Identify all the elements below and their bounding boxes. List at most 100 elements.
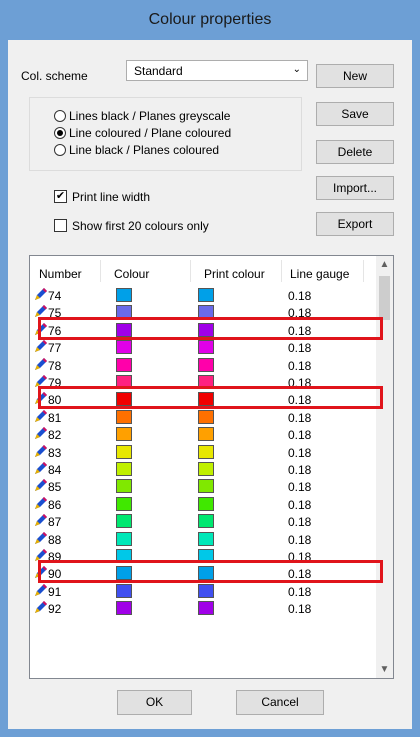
- print-colour-swatch[interactable]: [198, 444, 214, 459]
- header-print-colour[interactable]: Print colour: [204, 267, 265, 281]
- line-gauge-value: 0.18: [288, 480, 312, 495]
- pencil-icon[interactable]: [34, 461, 48, 475]
- colour-swatch[interactable]: [116, 601, 132, 616]
- radio-dot-selected: [54, 127, 66, 139]
- header-colour[interactable]: Colour: [114, 267, 149, 281]
- line-gauge-value: 0.18: [288, 410, 312, 425]
- colour-swatch[interactable]: [116, 462, 132, 476]
- print-colour-swatch[interactable]: [198, 531, 214, 546]
- line-gauge-value: 0.18: [288, 341, 312, 356]
- dialog-client: Col. scheme Standard ⌄ New Save Delete I…: [8, 40, 412, 729]
- save-button[interactable]: Save: [316, 102, 394, 126]
- radio-label: Line black / Planes coloured: [69, 143, 220, 157]
- table-row[interactable]: 74 0.18: [30, 287, 377, 304]
- colour-swatch[interactable]: [116, 427, 132, 442]
- colour-swatch[interactable]: [116, 340, 132, 355]
- table-row[interactable]: 81 0.18: [30, 409, 377, 426]
- pencil-icon[interactable]: [34, 496, 48, 510]
- table-row[interactable]: 91 0.18: [30, 583, 377, 600]
- pencil-icon[interactable]: [34, 478, 48, 492]
- colour-swatch[interactable]: [116, 496, 132, 511]
- colour-swatch[interactable]: [116, 514, 132, 529]
- pencil-icon[interactable]: [34, 600, 48, 614]
- pencil-icon[interactable]: [34, 444, 48, 458]
- colour-swatch[interactable]: [116, 531, 132, 546]
- print-colour-swatch[interactable]: [198, 462, 214, 476]
- row-number: 91: [48, 584, 62, 599]
- table-row[interactable]: 84 0.18: [30, 461, 377, 478]
- table-row[interactable]: 83 0.18: [30, 444, 377, 461]
- line-gauge-value: 0.18: [288, 445, 312, 460]
- row-number: 78: [48, 358, 62, 373]
- line-gauge-value: 0.18: [288, 358, 312, 373]
- colour-swatch[interactable]: [116, 479, 132, 494]
- highlight-box-76: [38, 316, 383, 340]
- col-scheme-select[interactable]: Standard ⌄: [126, 60, 308, 81]
- colour-swatch[interactable]: [116, 409, 132, 424]
- print-colour-swatch[interactable]: [198, 583, 214, 598]
- scroll-thumb[interactable]: [379, 276, 390, 320]
- col-scheme-label: Col. scheme: [21, 69, 88, 83]
- header-line-gauge[interactable]: Line gauge: [290, 267, 349, 281]
- table-row[interactable]: 78 0.18: [30, 357, 377, 374]
- radio-dot: [54, 144, 66, 156]
- scroll-up-icon[interactable]: ▲: [376, 256, 393, 273]
- print-colour-swatch[interactable]: [198, 409, 214, 424]
- delete-button[interactable]: Delete: [316, 140, 394, 164]
- print-colour-swatch[interactable]: [198, 357, 214, 372]
- import-button[interactable]: Import...: [316, 176, 394, 200]
- row-number: 86: [48, 497, 62, 512]
- pencil-icon[interactable]: [34, 287, 48, 301]
- colour-swatch[interactable]: [116, 583, 132, 598]
- line-gauge-value: 0.18: [288, 428, 312, 443]
- new-button[interactable]: New: [316, 64, 394, 88]
- table-row[interactable]: 87 0.18: [30, 513, 377, 530]
- table-row[interactable]: 86 0.18: [30, 496, 377, 513]
- pencil-icon[interactable]: [34, 409, 48, 423]
- row-number: 74: [48, 289, 62, 303]
- pencil-icon[interactable]: [34, 583, 48, 597]
- print-colour-swatch[interactable]: [198, 514, 214, 529]
- table-row[interactable]: 92 0.18: [30, 600, 377, 617]
- table-row[interactable]: 88 0.18: [30, 531, 377, 548]
- cancel-button[interactable]: Cancel: [236, 690, 324, 715]
- highlight-box-80: [38, 386, 383, 410]
- print-colour-swatch[interactable]: [198, 340, 214, 355]
- header-separator: [100, 260, 101, 282]
- export-button[interactable]: Export: [316, 212, 394, 236]
- row-number: 83: [48, 445, 62, 460]
- ok-button[interactable]: OK: [117, 690, 192, 715]
- table-row[interactable]: 82 0.18: [30, 426, 377, 443]
- radio-label: Line coloured / Plane coloured: [69, 126, 232, 140]
- line-gauge-value: 0.18: [288, 515, 312, 530]
- col-scheme-value: Standard: [134, 64, 183, 78]
- header-number[interactable]: Number: [39, 267, 82, 281]
- print-colour-swatch[interactable]: [198, 427, 214, 442]
- colour-swatch[interactable]: [116, 288, 132, 302]
- line-gauge-value: 0.18: [288, 497, 312, 512]
- colour-properties-window: Colour properties Col. scheme Standard ⌄…: [0, 0, 420, 737]
- pencil-icon[interactable]: [34, 339, 48, 353]
- header-separator: [190, 260, 191, 282]
- colour-swatch[interactable]: [116, 444, 132, 459]
- print-colour-swatch[interactable]: [198, 479, 214, 494]
- print-colour-swatch[interactable]: [198, 601, 214, 616]
- table-row[interactable]: 77 0.18: [30, 339, 377, 356]
- header-separator: [363, 260, 364, 282]
- window-title: Colour properties: [148, 11, 272, 28]
- line-gauge-value: 0.18: [288, 289, 312, 303]
- table-row[interactable]: 85 0.18: [30, 478, 377, 495]
- row-number: 81: [48, 410, 62, 425]
- pencil-icon[interactable]: [34, 357, 48, 371]
- print-colour-swatch[interactable]: [198, 288, 214, 302]
- checkbox-label: Show first 20 colours only: [72, 219, 209, 233]
- pencil-icon[interactable]: [34, 531, 48, 545]
- checkmark-icon: ✔: [54, 190, 67, 203]
- print-colour-swatch[interactable]: [198, 496, 214, 511]
- colour-swatch[interactable]: [116, 357, 132, 372]
- pencil-icon[interactable]: [34, 513, 48, 527]
- scroll-down-icon[interactable]: ▼: [376, 661, 393, 678]
- line-gauge-value: 0.18: [288, 463, 312, 477]
- checkbox-label: Print line width: [72, 190, 151, 204]
- pencil-icon[interactable]: [34, 426, 48, 440]
